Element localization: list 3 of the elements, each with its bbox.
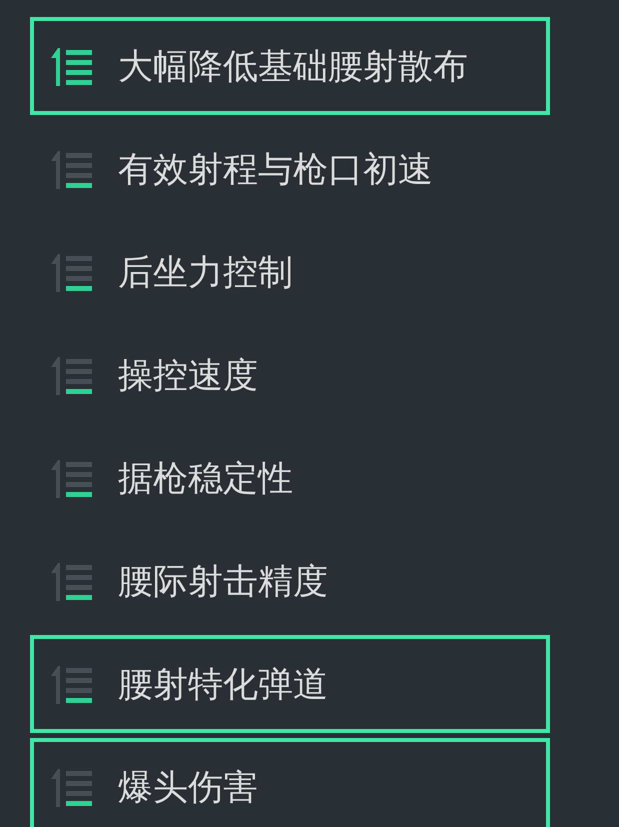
stat-list-item[interactable]: 爆头伤害	[30, 738, 550, 827]
stat-list-item[interactable]: 大幅降低基础腰射散布	[30, 17, 550, 115]
stat-list-item[interactable]: 腰射特化弹道	[30, 635, 550, 733]
